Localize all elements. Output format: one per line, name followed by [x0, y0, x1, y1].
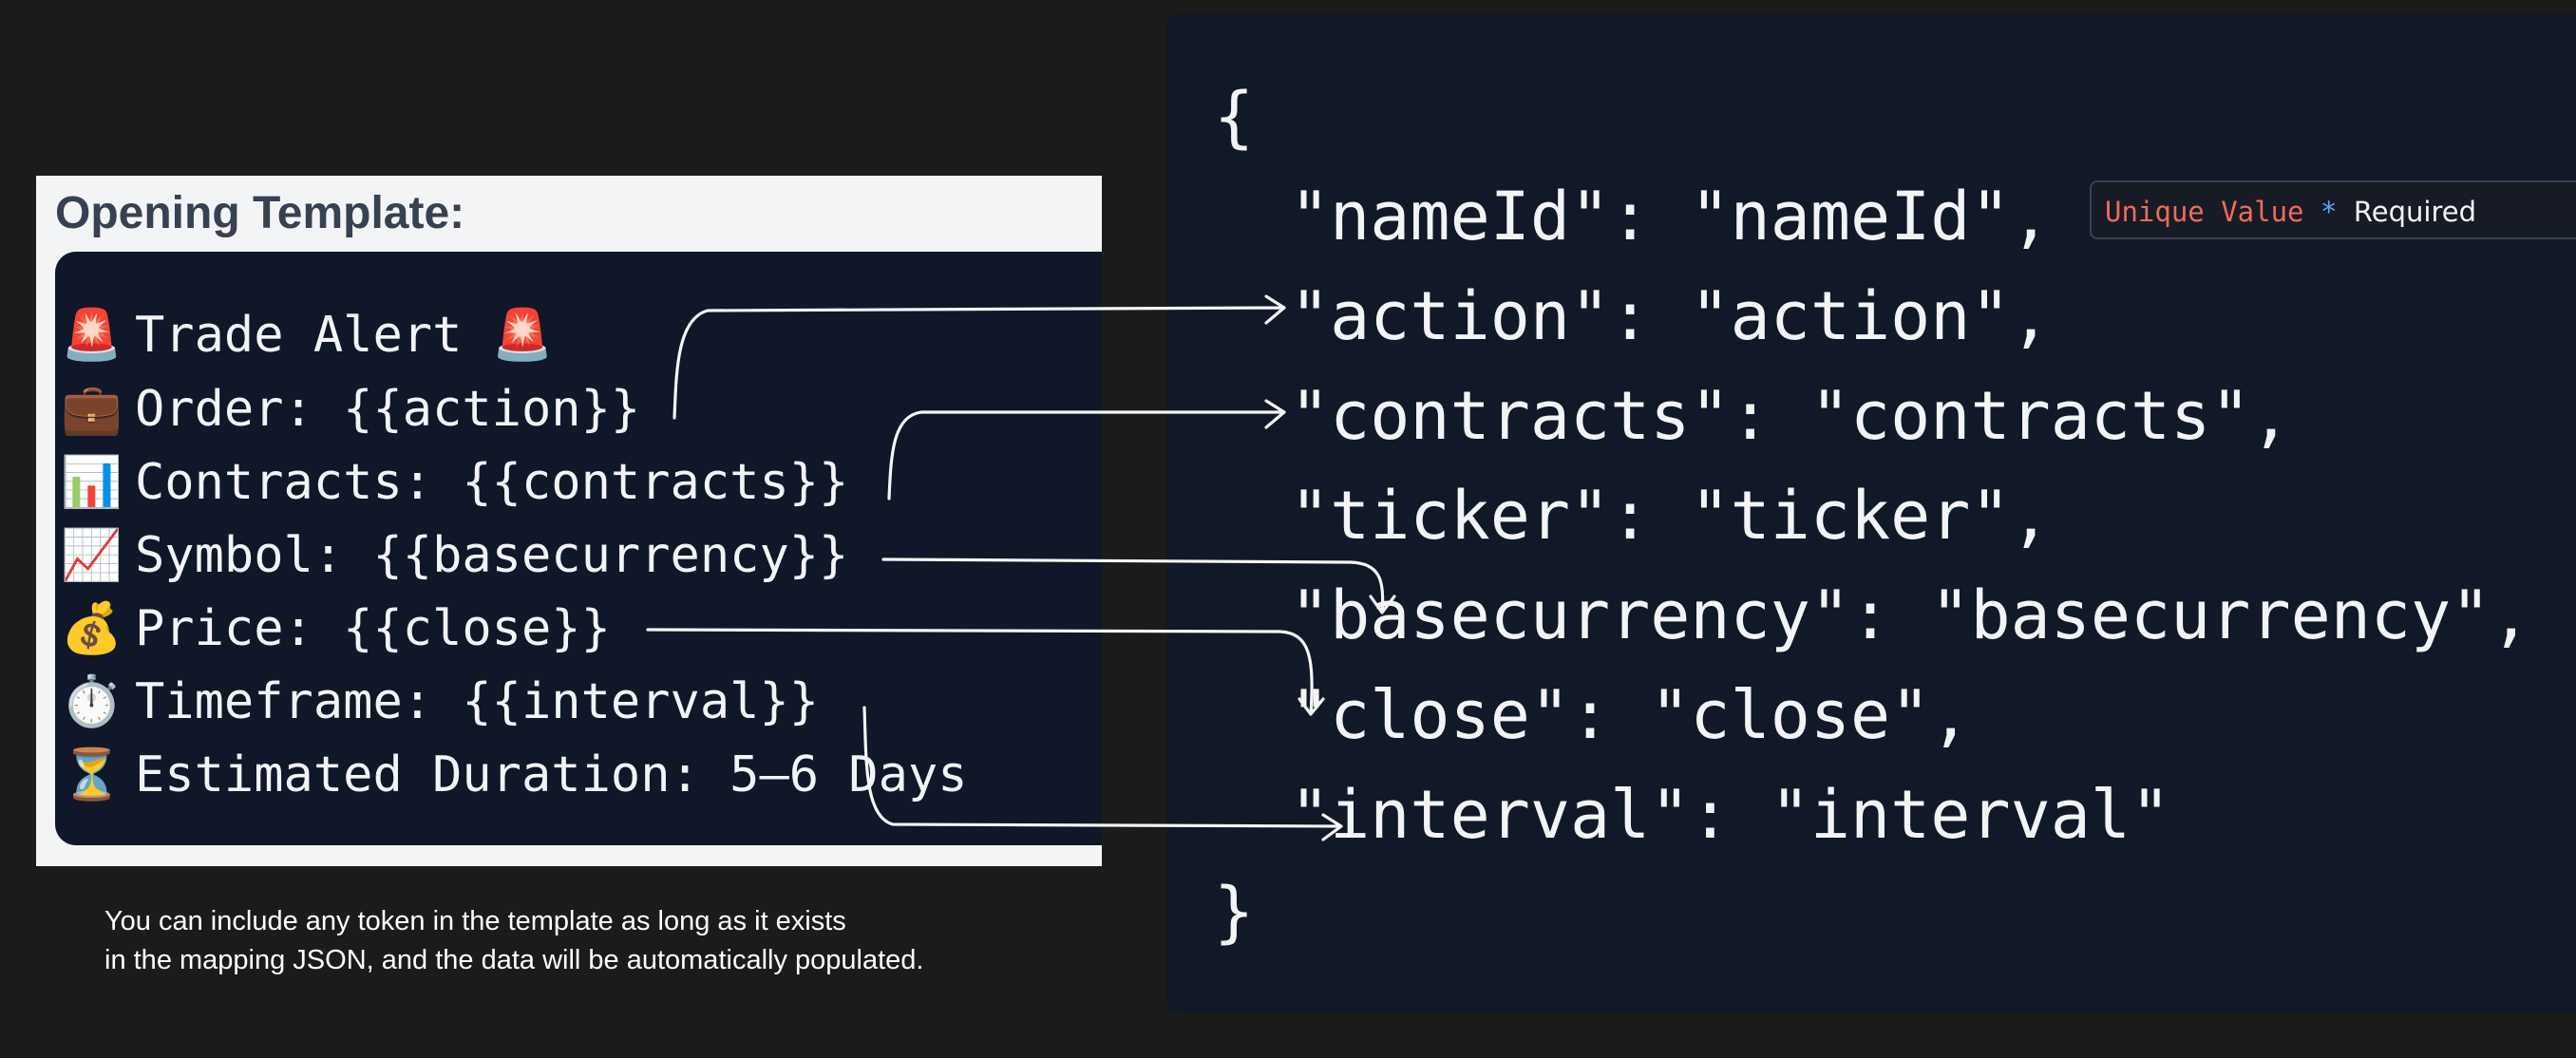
template-line-order: 💼 Order: {{action}}: [61, 385, 640, 434]
money-bag-icon: 💰: [61, 600, 123, 657]
json-close-brace: }: [1214, 873, 1255, 951]
stopwatch-icon: ⏱️: [61, 673, 123, 730]
siren-icon: 🚨: [61, 307, 123, 364]
template-line-contracts: 📊 Contracts: {{contracts}}: [61, 458, 848, 507]
template-line-text: Symbol: {{basecurrency}}: [135, 527, 849, 584]
briefcase-icon: 💼: [61, 381, 123, 438]
template-line-price: 💰 Price: {{close}}: [61, 604, 611, 653]
template-line-duration: ⏳ Estimated Duration: 5–6 Days: [61, 750, 968, 800]
hourglass-icon: ⏳: [61, 746, 123, 803]
template-line-text: Contracts: {{contracts}}: [135, 454, 849, 511]
caption-line: in the mapping JSON, and the data will b…: [104, 945, 924, 975]
trend-chart-icon: 📈: [61, 527, 123, 584]
siren-icon: 🚨: [491, 307, 554, 364]
json-line-ticker: "ticker": "ticker",: [1290, 477, 2051, 555]
unique-value-label: Unique Value: [2105, 196, 2304, 228]
json-line-nameid: "nameId": "nameId",: [1290, 178, 2051, 255]
template-line-text: Order: {{action}}: [135, 381, 641, 438]
template-line-text: Timeframe: {{interval}}: [135, 673, 820, 730]
template-line-text: Trade Alert: [135, 307, 463, 364]
json-open-brace: {: [1214, 78, 1255, 156]
unique-required-badge: Unique Value * Required: [2090, 180, 2576, 239]
caption: You can include any token in the templat…: [104, 902, 1092, 980]
required-label: Required: [2353, 196, 2476, 228]
template-line-symbol: 📈 Symbol: {{basecurrency}}: [61, 531, 848, 580]
json-line-close: "close": "close",: [1290, 676, 1971, 754]
json-line-contracts: "contracts": "contracts",: [1290, 377, 2291, 455]
caption-line: You can include any token in the templat…: [104, 906, 846, 936]
json-line-interval: "interval": "interval": [1290, 776, 2171, 854]
asterisk-icon: *: [2320, 196, 2338, 228]
template-line-trade-alert: 🚨 Trade Alert 🚨: [61, 311, 553, 360]
panel-title: Opening Template:: [55, 188, 465, 238]
template-line-text: Price: {{close}}: [135, 600, 611, 657]
template-line-timeframe: ⏱️ Timeframe: {{interval}}: [61, 677, 819, 727]
bar-chart-icon: 📊: [61, 454, 123, 511]
json-line-action: "action": "action",: [1290, 277, 2051, 355]
template-line-text: Estimated Duration: 5–6 Days: [135, 746, 968, 803]
json-line-basecurrency: "basecurrency": "basecurrency",: [1290, 576, 2531, 654]
